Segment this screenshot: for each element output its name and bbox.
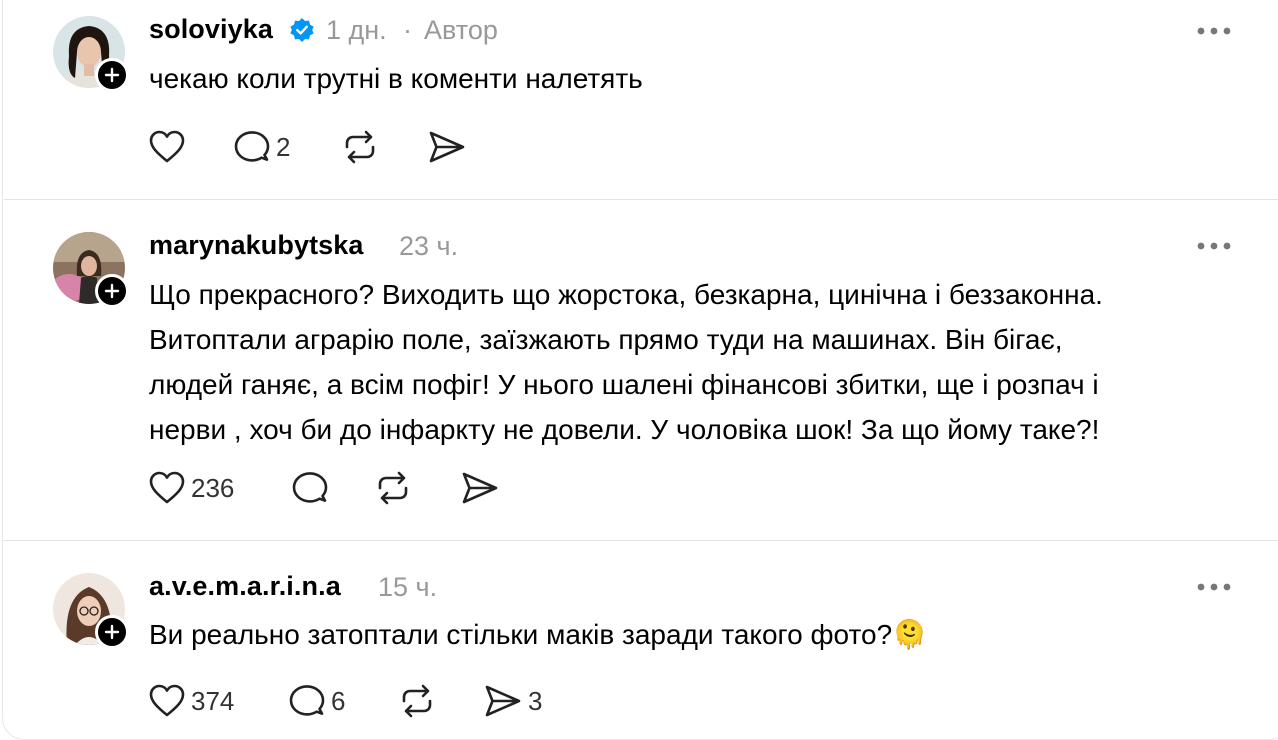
share-button[interactable]: 3 — [484, 684, 542, 718]
username[interactable]: a.v.e.m.a.r.i.n.a — [149, 571, 341, 602]
reply-count: 2 — [276, 131, 291, 162]
repost-button[interactable] — [398, 684, 436, 718]
username[interactable]: soloviyka — [149, 14, 273, 45]
follow-plus-icon[interactable] — [95, 274, 129, 308]
share-icon — [485, 685, 521, 717]
comment-icon — [234, 131, 270, 162]
repost-button[interactable] — [341, 130, 379, 164]
post-text: Ви реально затоптали стільки маків зарад… — [149, 612, 1239, 657]
post-text: чекаю коли трутні в коменти налетять — [149, 63, 643, 94]
more-dots-icon[interactable] — [1196, 581, 1232, 593]
comment-icon — [289, 685, 325, 716]
username[interactable]: marynakubytska — [149, 230, 364, 261]
like-button[interactable] — [149, 130, 185, 164]
heart-icon — [149, 684, 185, 717]
timestamp: 23 ч. — [399, 231, 459, 261]
reply-button[interactable]: 6 — [289, 684, 345, 718]
share-count: 3 — [528, 685, 543, 716]
avatar[interactable] — [53, 16, 129, 92]
avatar[interactable] — [53, 573, 129, 649]
heart-icon — [149, 471, 185, 504]
more-dots-icon[interactable] — [1196, 240, 1232, 252]
share-button[interactable] — [428, 130, 466, 164]
melting-face-emoji: 🫠 — [892, 619, 928, 650]
post-text-line: нерви , хоч би до інфаркту не довели. У … — [149, 414, 1100, 445]
author-badge: Автор — [424, 15, 498, 45]
post-text-line: Витоптали аграрію поле, заїзжають прямо … — [149, 324, 1063, 355]
post-text-line: Що прекрасного? Виходить що жорстока, бе… — [149, 279, 1103, 310]
heart-icon — [149, 130, 185, 163]
like-count: 236 — [191, 472, 235, 503]
meta-separator: · — [403, 15, 412, 45]
share-icon — [429, 131, 465, 163]
timestamp: 1 дн. — [326, 15, 387, 45]
like-count: 374 — [191, 685, 235, 716]
avatar[interactable] — [53, 232, 129, 308]
timestamp: 15 ч. — [378, 572, 438, 602]
reply-count: 6 — [331, 685, 346, 716]
reply-button[interactable] — [292, 471, 328, 505]
repost-button[interactable] — [374, 471, 412, 505]
more-dots-icon[interactable] — [1196, 25, 1232, 37]
like-button[interactable]: 374 — [149, 684, 234, 718]
like-button[interactable]: 236 — [149, 471, 234, 505]
follow-plus-icon[interactable] — [95, 58, 129, 92]
verified-badge-icon — [289, 17, 315, 48]
post-text: Що прекрасного? Виходить що жорстока, бе… — [149, 272, 1239, 452]
repost-icon — [345, 130, 375, 164]
share-button[interactable] — [461, 471, 499, 505]
post-text-line: людей ганяє, а всім пофіг! У нього шален… — [149, 369, 1099, 400]
share-icon — [462, 472, 498, 504]
follow-plus-icon[interactable] — [95, 615, 129, 649]
repost-icon — [378, 471, 408, 505]
repost-icon — [402, 684, 432, 718]
post-divider — [4, 199, 1278, 200]
comment-icon — [292, 472, 328, 503]
post-text-body: Ви реально затоптали стільки маків зарад… — [149, 619, 893, 650]
reply-button[interactable]: 2 — [234, 130, 290, 164]
post-divider — [4, 540, 1278, 541]
